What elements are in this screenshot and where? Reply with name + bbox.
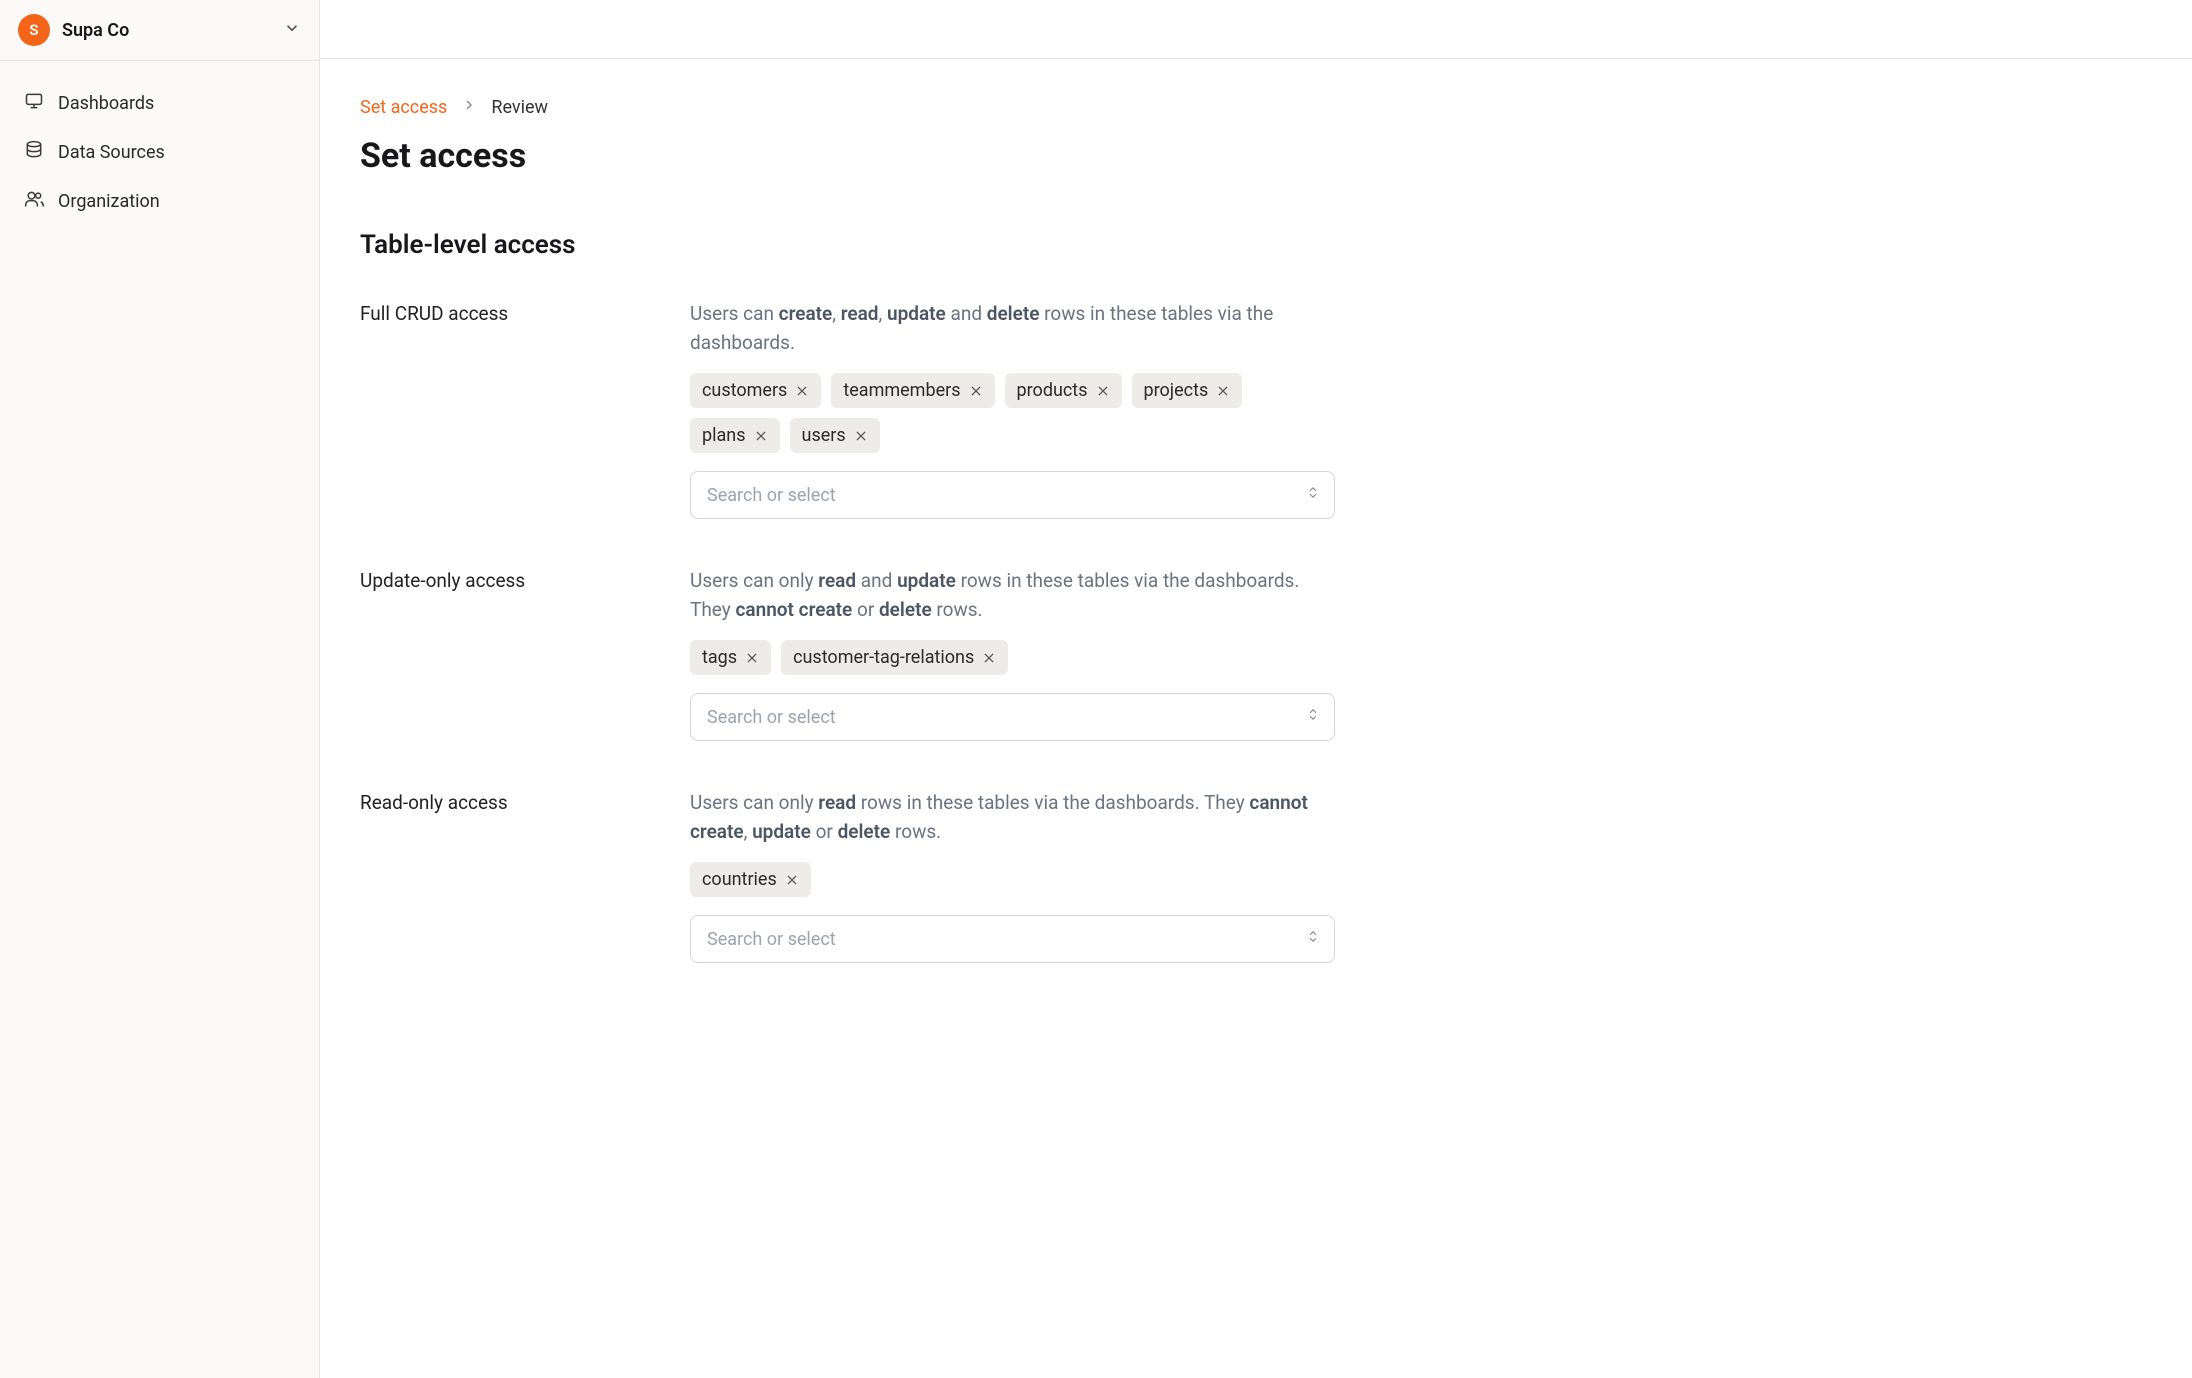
table-selector-update[interactable]: Search or select	[690, 693, 1335, 741]
access-row-update: Update-only access Users can only read a…	[360, 567, 1340, 741]
chip-label: teammembers	[843, 380, 960, 401]
access-label-update: Update-only access	[360, 567, 670, 741]
chips-full: customers teammembers products projects plan…	[690, 373, 1340, 453]
sidebar-item-datasources[interactable]: Data Sources	[10, 128, 309, 177]
close-icon[interactable]	[854, 429, 868, 443]
users-icon	[24, 189, 44, 214]
access-content-update: Users can only read and update rows in t…	[690, 567, 1340, 741]
table-chip: customer-tag-relations	[781, 640, 1008, 675]
table-selector-full[interactable]: Search or select	[690, 471, 1335, 519]
access-desc-update: Users can only read and update rows in t…	[690, 567, 1340, 624]
chip-label: users	[802, 425, 846, 446]
app-root: S Supa Co Dashboards Data Sources	[0, 0, 2192, 1378]
page-title: Set access	[360, 136, 1340, 176]
sidebar-item-dashboards[interactable]: Dashboards	[10, 79, 309, 128]
chevron-down-icon	[283, 19, 301, 41]
monitor-icon	[24, 91, 44, 116]
table-chip: customers	[690, 373, 821, 408]
access-row-full: Full CRUD access Users can create, read,…	[360, 300, 1340, 519]
sidebar-item-label: Dashboards	[58, 93, 154, 114]
org-avatar: S	[18, 14, 50, 46]
close-icon[interactable]	[1096, 384, 1110, 398]
table-chip: teammembers	[831, 373, 994, 408]
access-content-full: Users can create, read, update and delet…	[690, 300, 1340, 519]
sidebar-item-label: Organization	[58, 191, 160, 212]
main-content: Set access Review Set access Table-level…	[320, 58, 2192, 1378]
selector-placeholder: Search or select	[707, 707, 836, 728]
access-desc-read: Users can only read rows in these tables…	[690, 789, 1340, 846]
selector-placeholder: Search or select	[707, 485, 836, 506]
table-chip: projects	[1132, 373, 1243, 408]
chip-label: customers	[702, 380, 787, 401]
close-icon[interactable]	[754, 429, 768, 443]
database-icon	[24, 140, 44, 165]
breadcrumb-next[interactable]: Review	[491, 97, 548, 118]
close-icon[interactable]	[969, 384, 983, 398]
table-chip: users	[790, 418, 880, 453]
org-switcher[interactable]: S Supa Co	[0, 0, 319, 61]
table-chip: products	[1005, 373, 1122, 408]
breadcrumb: Set access Review	[360, 97, 1340, 118]
table-chip: tags	[690, 640, 771, 675]
close-icon[interactable]	[745, 651, 759, 665]
table-chip: plans	[690, 418, 780, 453]
close-icon[interactable]	[785, 873, 799, 887]
chips-read: countries	[690, 862, 1340, 897]
sidebar-nav: Dashboards Data Sources Organization	[0, 61, 319, 244]
chevrons-up-down-icon	[1306, 706, 1320, 729]
chip-label: plans	[702, 425, 746, 446]
chip-label: countries	[702, 869, 777, 890]
access-label-read: Read-only access	[360, 789, 670, 963]
table-selector-read[interactable]: Search or select	[690, 915, 1335, 963]
close-icon[interactable]	[982, 651, 996, 665]
chip-label: customer-tag-relations	[793, 647, 974, 668]
sidebar: S Supa Co Dashboards Data Sources	[0, 0, 320, 1378]
chevrons-up-down-icon	[1306, 484, 1320, 507]
sidebar-item-label: Data Sources	[58, 142, 165, 163]
close-icon[interactable]	[1216, 384, 1230, 398]
chip-label: tags	[702, 647, 737, 668]
access-row-read: Read-only access Users can only read row…	[360, 789, 1340, 963]
chevrons-up-down-icon	[1306, 928, 1320, 951]
org-name: Supa Co	[62, 20, 271, 41]
access-content-read: Users can only read rows in these tables…	[690, 789, 1340, 963]
chips-update: tags customer-tag-relations	[690, 640, 1340, 675]
breadcrumb-current[interactable]: Set access	[360, 97, 447, 118]
selector-placeholder: Search or select	[707, 929, 836, 950]
access-label-full: Full CRUD access	[360, 300, 670, 519]
table-chip: countries	[690, 862, 811, 897]
chip-label: projects	[1144, 380, 1209, 401]
chevron-right-icon	[461, 97, 477, 118]
access-desc-full: Users can create, read, update and delet…	[690, 300, 1340, 357]
section-title: Table-level access	[360, 230, 1340, 260]
sidebar-item-organization[interactable]: Organization	[10, 177, 309, 226]
chip-label: products	[1017, 380, 1088, 401]
close-icon[interactable]	[795, 384, 809, 398]
